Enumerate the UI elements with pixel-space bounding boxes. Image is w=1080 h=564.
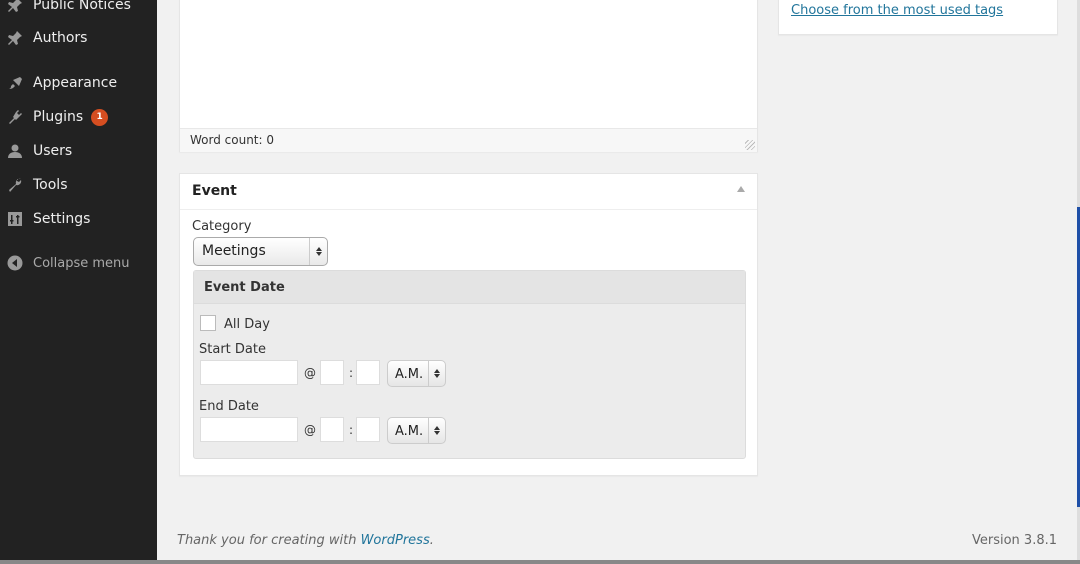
footer-thanks-text: Thank you for creating with <box>177 533 361 548</box>
sidebar-item-settings[interactable]: Settings <box>0 204 157 234</box>
sidebar-item-label: Public Notices <box>33 0 131 13</box>
sidebar-item-label: Settings <box>33 211 91 227</box>
footer-thanks: Thank you for creating with WordPress. <box>177 533 434 548</box>
word-count: Word count: 0 <box>190 133 275 147</box>
plug-icon <box>7 109 23 125</box>
select-arrows-icon <box>428 418 445 443</box>
most-used-tags-link[interactable]: Choose from the most used tags <box>791 3 1003 18</box>
end-date-label: End Date <box>199 399 259 414</box>
editor-textarea[interactable] <box>180 0 757 128</box>
sidebar-item-label: Plugins <box>33 109 84 125</box>
resize-handle[interactable] <box>745 140 755 150</box>
end-meridian-select[interactable]: A.M. <box>387 417 446 444</box>
sidebar-item-appearance[interactable]: Appearance <box>0 68 157 98</box>
wrench-icon <box>7 177 23 193</box>
admin-sidebar: Public Notices Authors Appearance Plugin… <box>0 0 157 564</box>
start-hour-input[interactable] <box>320 360 344 385</box>
sidebar-item-label: Users <box>33 143 73 159</box>
event-date-title: Event Date <box>204 280 285 295</box>
event-date-panel: Event Date All Day Start Date @ : A.M. E… <box>193 270 746 459</box>
sidebar-item-label: Authors <box>33 30 88 46</box>
pin-icon <box>7 0 23 13</box>
taskbar-strip <box>0 560 1080 564</box>
content-editor: Word count: 0 <box>179 0 758 152</box>
category-label: Category <box>192 219 252 234</box>
event-metabox-title: Event <box>192 183 237 199</box>
sliders-icon <box>7 211 23 227</box>
collapse-menu-button[interactable]: Collapse menu <box>0 248 157 278</box>
at-symbol: @ <box>304 366 316 380</box>
time-colon: : <box>349 366 354 380</box>
collapse-menu-label: Collapse menu <box>33 255 130 271</box>
sidebar-item-tools[interactable]: Tools <box>0 170 157 200</box>
end-minute-input[interactable] <box>356 417 380 442</box>
tags-metabox: Choose from the most used tags <box>778 0 1058 35</box>
start-meridian-value: A.M. <box>395 367 424 382</box>
event-metabox: Event Category Meetings Event Date All D… <box>179 173 758 476</box>
end-hour-input[interactable] <box>320 417 344 442</box>
start-date-input[interactable] <box>200 360 298 385</box>
sidebar-item-label: Appearance <box>33 75 118 91</box>
time-colon: : <box>349 423 354 437</box>
sidebar-item-label: Tools <box>33 177 68 193</box>
start-date-label: Start Date <box>199 342 266 357</box>
start-meridian-select[interactable]: A.M. <box>387 360 446 387</box>
all-day-label: All Day <box>224 317 270 332</box>
event-date-header: Event Date <box>194 271 745 304</box>
select-arrows-icon <box>309 238 327 265</box>
footer-period: . <box>429 533 434 548</box>
end-meridian-value: A.M. <box>395 424 424 439</box>
sidebar-item-public-notices[interactable]: Public Notices <box>0 0 157 20</box>
category-select[interactable]: Meetings <box>193 237 328 266</box>
sidebar-item-plugins[interactable]: Plugins 1 <box>0 102 157 132</box>
sidebar-item-users[interactable]: Users <box>0 136 157 166</box>
wordpress-link[interactable]: WordPress <box>361 533 430 548</box>
event-metabox-header[interactable]: Event <box>180 174 757 210</box>
sidebar-item-authors[interactable]: Authors <box>0 23 157 53</box>
end-date-input[interactable] <box>200 417 298 442</box>
collapse-toggle-icon[interactable] <box>737 186 745 192</box>
category-selected-value: Meetings <box>202 243 266 259</box>
paintbrush-icon <box>7 75 23 91</box>
all-day-checkbox[interactable] <box>200 315 216 331</box>
at-symbol: @ <box>304 423 316 437</box>
footer-version: Version 3.8.1 <box>971 533 1057 548</box>
update-count-badge: 1 <box>91 108 109 126</box>
select-arrows-icon <box>428 361 445 386</box>
user-icon <box>7 143 23 159</box>
editor-status-bar: Word count: 0 <box>180 128 757 152</box>
collapse-arrow-icon <box>7 255 23 271</box>
start-minute-input[interactable] <box>356 360 380 385</box>
pin-icon <box>7 30 23 46</box>
